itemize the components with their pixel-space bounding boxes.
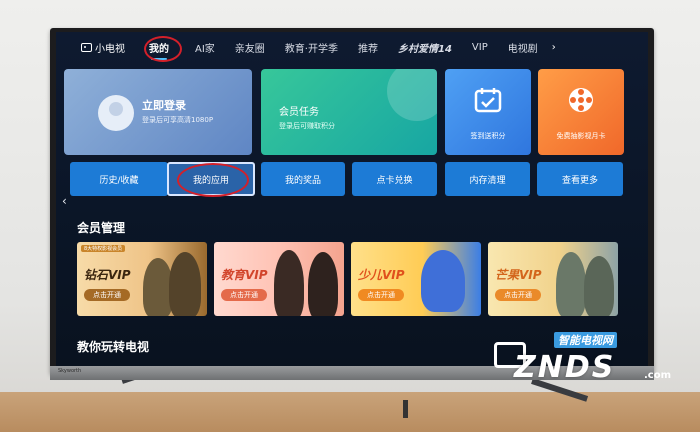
tab-ai-home[interactable]: AI家 <box>195 40 215 55</box>
my-prizes-button[interactable]: 我的奖品 <box>261 162 345 196</box>
tv-screen: 小电视 我的 AI家 亲友圈 教育·开学季 推荐 乡村爱情14 VIP 电视剧 … <box>56 32 648 366</box>
card-redeem-button[interactable]: 点卡兑换 <box>352 162 437 196</box>
soldier-figure <box>556 252 586 316</box>
tab-vip[interactable]: VIP <box>472 42 488 53</box>
person-figure <box>308 252 338 316</box>
sign-in-caption: 签到送积分 <box>470 132 506 140</box>
task-title: 会员任务 <box>279 107 319 118</box>
login-title: 立即登录 <box>142 99 186 112</box>
highlight-ring-mine-tab <box>144 36 182 62</box>
free-lottery-caption: 免费抽影视月卡 <box>556 132 606 140</box>
free-lottery-card[interactable]: 免费抽影视月卡 <box>538 69 624 155</box>
watermark-top-text: 智能电视网 <box>554 332 617 348</box>
avatar <box>98 95 134 131</box>
tab-tv-series[interactable]: 电视剧 <box>508 40 538 55</box>
vip-open-button[interactable]: 点击开通 <box>358 289 404 301</box>
sign-in-card[interactable]: 签到送积分 <box>445 69 531 155</box>
vip-open-button[interactable]: 点击开通 <box>221 289 267 301</box>
vip-name: 教育VIP <box>221 268 268 282</box>
member-section-title: 会员管理 <box>77 221 126 235</box>
vip-open-button[interactable]: 点击开通 <box>495 289 541 301</box>
highlight-ring-my-apps <box>177 163 249 197</box>
member-task-card[interactable]: 会员任务 登录后可赚取积分 <box>261 69 437 155</box>
view-more-button[interactable]: 查看更多 <box>537 162 623 196</box>
tab-recommend[interactable]: 推荐 <box>358 40 378 55</box>
education-vip-card[interactable]: 教育VIP 点击开通 <box>214 242 344 316</box>
vip-name: 芒果VIP <box>495 268 542 282</box>
soldier-figure <box>584 256 614 316</box>
tab-family[interactable]: 亲友圈 <box>235 40 265 55</box>
vip-tag: 8大特权影视会员 <box>81 245 126 252</box>
left-arrow-icon[interactable]: ‹ <box>62 194 67 208</box>
soldier-figure <box>169 252 201 316</box>
watermark-domain-text: .com <box>644 370 672 381</box>
login-subtitle: 登录后可享高清1080P <box>142 116 214 124</box>
vip-name: 少儿VIP <box>358 268 405 282</box>
cartoon-dog-figure <box>421 250 465 312</box>
tv-cabinet <box>0 392 700 432</box>
app-logo-label: 小电视 <box>95 43 125 55</box>
tv-guide-section-title: 教你玩转电视 <box>77 340 150 354</box>
login-card[interactable]: 立即登录 登录后可享高清1080P <box>64 69 252 155</box>
mango-vip-card[interactable]: 芒果VIP 点击开通 <box>488 242 618 316</box>
tv-brand-text: Skyworth <box>58 368 82 374</box>
film-reel-icon <box>569 88 593 112</box>
memory-clean-button[interactable]: 内存清理 <box>445 162 530 196</box>
tab-education[interactable]: 教育·开学季 <box>285 40 338 55</box>
history-favorites-button[interactable]: 历史/收藏 <box>70 162 168 196</box>
task-decoration <box>387 69 437 121</box>
tv-foot-post <box>403 400 408 418</box>
app-logo[interactable]: 小电视 <box>81 40 125 55</box>
tab-country-love[interactable]: 乡村爱情14 <box>398 40 452 55</box>
task-subtitle: 登录后可赚取积分 <box>279 122 335 130</box>
diamond-vip-card[interactable]: 8大特权影视会员 钻石VIP 点击开通 <box>77 242 207 316</box>
calendar-check-icon <box>474 88 502 113</box>
znds-watermark: 智能电视网 ZNDS .com <box>494 332 684 396</box>
person-figure <box>274 250 304 316</box>
kids-vip-card[interactable]: 少儿VIP 点击开通 <box>351 242 481 316</box>
vip-open-button[interactable]: 点击开通 <box>84 289 130 301</box>
tv-logo-icon <box>81 42 92 52</box>
vip-name: 钻石VIP <box>84 268 131 282</box>
nav-more-icon[interactable]: › <box>552 42 556 53</box>
watermark-logo-text: ZNDS <box>514 350 616 385</box>
